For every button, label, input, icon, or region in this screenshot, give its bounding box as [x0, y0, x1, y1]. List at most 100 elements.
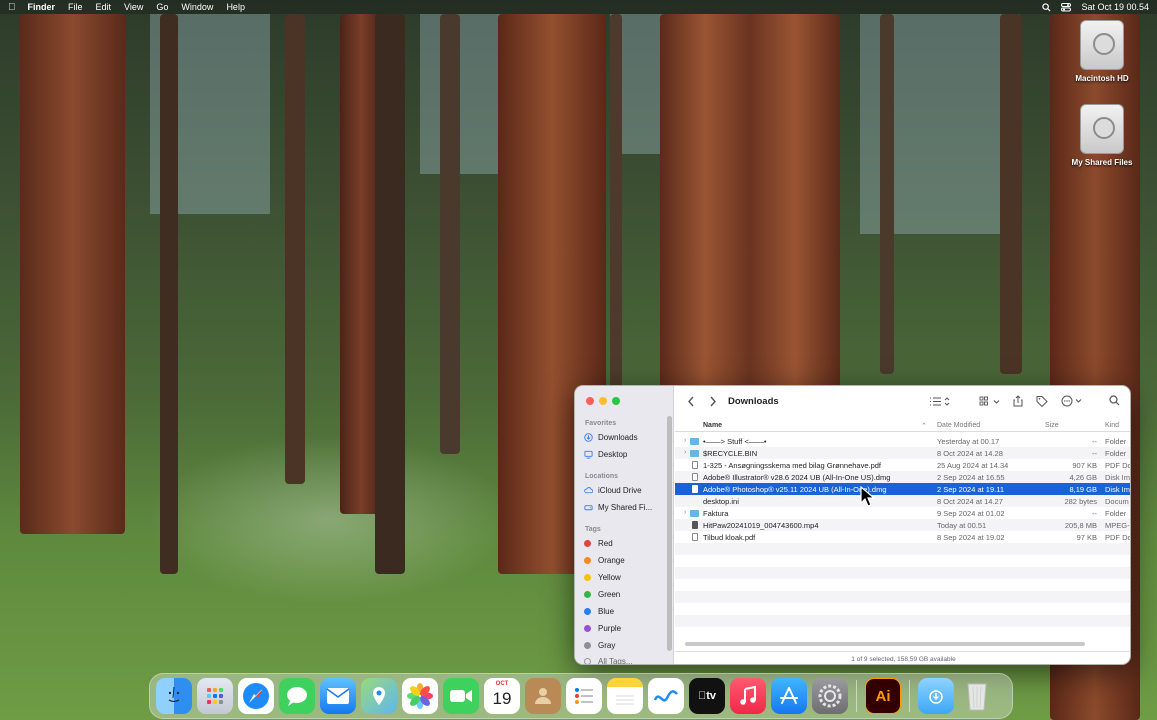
- mail-dock-icon[interactable]: [320, 678, 356, 714]
- apple-menu-icon[interactable]: : [8, 2, 16, 13]
- freeform-squiggle-icon: [653, 690, 678, 702]
- empty-row: [675, 627, 1130, 639]
- sidebar-scrollbar[interactable]: [667, 416, 672, 651]
- freeform-dock-icon[interactable]: [648, 678, 684, 714]
- more-actions-icon[interactable]: [1061, 395, 1083, 407]
- sidebar-tag-orange[interactable]: Orange: [584, 554, 625, 567]
- sidebar-item-label: Purple: [598, 624, 622, 633]
- disclosure-chevron-icon[interactable]: ›: [684, 449, 686, 456]
- control-center-icon[interactable]: [1061, 2, 1072, 12]
- reminders-dock-icon[interactable]: [566, 678, 602, 714]
- sort-chevron-icon: ⌃: [921, 423, 927, 430]
- file-row[interactable]: HitPaw20241019_004743600.mp4 Today at 00…: [675, 519, 1130, 531]
- facetime-dock-icon[interactable]: [443, 678, 479, 714]
- sidebar-item-shared-files[interactable]: My Shared Fi...: [584, 501, 652, 514]
- sidebar-item-label: My Shared Fi...: [598, 503, 653, 512]
- menu-file[interactable]: File: [68, 2, 83, 12]
- calendar-month: OCT: [495, 681, 509, 687]
- file-kind: Folder: [1105, 509, 1127, 518]
- macintosh-hd-icon[interactable]: Macintosh HD: [1067, 20, 1137, 83]
- file-size: 4,26 GB: [1069, 473, 1097, 482]
- file-row[interactable]: › $RECYCLE.BIN 8 Oct 2024 at 14.28 -- Fo…: [675, 447, 1130, 459]
- gear-icon: [818, 684, 842, 708]
- file-list: Name ⌃ Date Modified Size Kind › •——> St…: [675, 419, 1130, 647]
- forward-icon[interactable]: [709, 396, 717, 407]
- disclosure-chevron-icon[interactable]: ›: [684, 437, 686, 444]
- menu-help[interactable]: Help: [226, 2, 245, 12]
- finder-toolbar: Downloads: [675, 386, 1130, 417]
- menu-clock[interactable]: Sat Oct 19 00.54: [1081, 2, 1149, 12]
- file-kind: Docum: [1105, 497, 1129, 506]
- sidebar-tag-yellow[interactable]: Yellow: [584, 571, 621, 584]
- share-icon[interactable]: [1013, 395, 1023, 407]
- file-row[interactable]: Tilbud kloak.pdf 8 Sep 2024 at 19.02 97 …: [675, 531, 1130, 543]
- close-button[interactable]: [586, 397, 594, 405]
- file-row[interactable]: 1-325 - Ansøgningsskema med bilag Grønne…: [675, 459, 1130, 471]
- sidebar-item-desktop[interactable]: Desktop: [584, 448, 627, 461]
- menu-go[interactable]: Go: [156, 2, 168, 12]
- photos-dock-icon[interactable]: [402, 678, 438, 714]
- apple-tv-dock-icon[interactable]: tv: [689, 678, 725, 714]
- menu-app-name[interactable]: Finder: [28, 2, 56, 12]
- sidebar-tag-gray[interactable]: Gray: [584, 639, 615, 652]
- sidebar-tag-red[interactable]: Red: [584, 537, 613, 550]
- file-row[interactable]: Adobe® Illustrator® v28.6 2024 UB (All-I…: [675, 471, 1130, 483]
- column-name[interactable]: Name: [703, 422, 722, 429]
- music-dock-icon[interactable]: [730, 678, 766, 714]
- tag-color-dot: [584, 540, 591, 547]
- file-size: 205,8 MB: [1064, 521, 1097, 530]
- mouse-pointer-icon: [860, 486, 876, 507]
- app-store-dock-icon[interactable]: [771, 678, 807, 714]
- sidebar-tag-green[interactable]: Green: [584, 588, 620, 601]
- calendar-dock-icon[interactable]: OCT 19: [484, 678, 520, 714]
- sidebar-tag-purple[interactable]: Purple: [584, 622, 621, 635]
- file-row[interactable]: desktop.ini 8 Oct 2024 at 14.27 282 byte…: [675, 495, 1130, 507]
- downloads-stack-dock-icon[interactable]: [918, 678, 954, 714]
- minimize-button[interactable]: [599, 397, 607, 405]
- sidebar-item-label: Desktop: [598, 450, 628, 459]
- app-store-a-icon: [780, 687, 798, 704]
- sidebar-tag-blue[interactable]: Blue: [584, 605, 614, 618]
- checklist-icon: [575, 688, 593, 704]
- file-row[interactable]: › Faktura 9 Sep 2024 at 01.02 -- Folder: [675, 507, 1130, 519]
- search-icon[interactable]: [1109, 395, 1120, 406]
- launchpad-dock-icon[interactable]: [197, 678, 233, 714]
- illustrator-dock-icon[interactable]: Ai: [865, 678, 901, 714]
- notes-dock-icon[interactable]: [607, 678, 643, 714]
- sidebar-heading-favorites: Favorites: [585, 420, 617, 427]
- search-icon[interactable]: [1042, 2, 1051, 12]
- launchpad-grid-icon: [207, 688, 223, 704]
- menu-window[interactable]: Window: [181, 2, 213, 12]
- finder-face-icon: [168, 686, 180, 703]
- trash-dock-icon[interactable]: [959, 678, 995, 714]
- sidebar-all-tags[interactable]: All Tags...: [584, 655, 633, 664]
- system-settings-dock-icon[interactable]: [812, 678, 848, 714]
- file-row[interactable]: › •——> Stuff <——• Yesterday at 00.17 -- …: [675, 435, 1130, 447]
- list-view-icon[interactable]: [929, 396, 951, 407]
- contacts-dock-icon[interactable]: [525, 678, 561, 714]
- safari-dock-icon[interactable]: [238, 678, 274, 714]
- column-date-modified[interactable]: Date Modified: [937, 422, 980, 429]
- group-grid-icon[interactable]: [979, 396, 1001, 407]
- maps-dock-icon[interactable]: [361, 678, 397, 714]
- finder-sidebar: Favorites Downloads Desktop Locations iC…: [575, 386, 674, 664]
- finder-dock-icon[interactable]: [156, 678, 192, 714]
- menu-view[interactable]: View: [124, 2, 143, 12]
- sidebar-item-downloads[interactable]: Downloads: [584, 431, 638, 444]
- zoom-button[interactable]: [612, 397, 620, 405]
- file-row-selected[interactable]: Adobe® Photoshop® v25.11 2024 UB (All-In…: [675, 483, 1130, 495]
- messages-dock-icon[interactable]: [279, 678, 315, 714]
- map-pin-icon: [373, 687, 385, 705]
- sidebar-item-label: Downloads: [598, 433, 638, 442]
- shared-files-icon[interactable]: My Shared Files: [1067, 104, 1137, 167]
- tag-color-dot: [584, 608, 591, 615]
- disclosure-chevron-icon[interactable]: ›: [684, 509, 686, 516]
- column-size[interactable]: Size: [1045, 422, 1059, 429]
- sidebar-item-icloud-drive[interactable]: iCloud Drive: [584, 484, 642, 497]
- column-kind[interactable]: Kind: [1105, 422, 1119, 429]
- horizontal-scrollbar[interactable]: [685, 642, 1085, 646]
- tag-icon[interactable]: [1036, 395, 1048, 407]
- menu-edit[interactable]: Edit: [96, 2, 112, 12]
- sidebar-heading-tags: Tags: [585, 526, 601, 533]
- back-icon[interactable]: [687, 396, 695, 407]
